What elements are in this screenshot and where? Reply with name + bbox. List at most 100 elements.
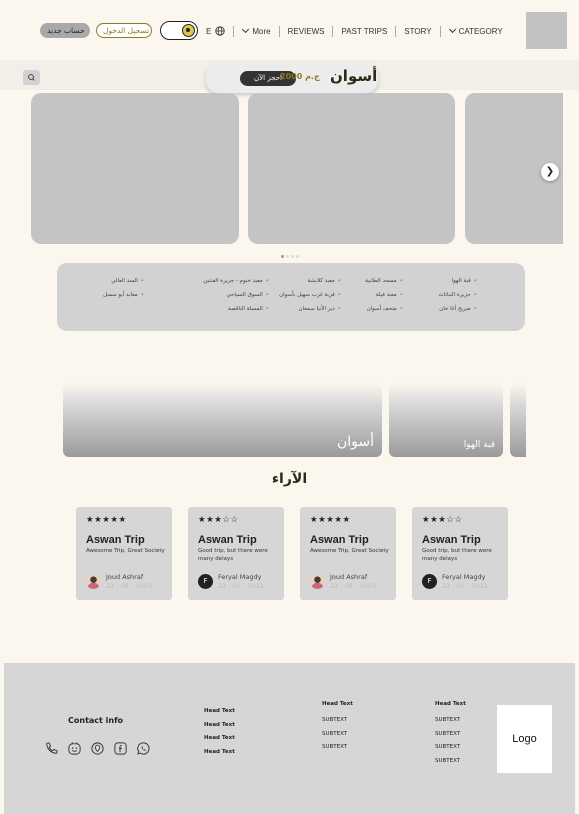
trip-price: 2000 ج.م (280, 72, 320, 81)
review-title: Aswan Trip (86, 534, 145, 546)
review-title: Aswan Trip (310, 534, 369, 546)
footer-subtext[interactable]: SUBTEXT (435, 731, 466, 745)
rating-stars: ★★★★★ (310, 515, 351, 525)
footer-subtext[interactable]: SUBTEXT (322, 717, 353, 731)
footer-logo[interactable]: Logo (497, 705, 552, 773)
carousel-dot[interactable] (291, 255, 294, 258)
carousel-dots (281, 255, 299, 258)
attraction-item[interactable]: متحف أسوان (367, 306, 403, 312)
carousel-dot[interactable] (281, 255, 284, 258)
footer-column: Head Text SUBTEXT SUBTEXT SUBTEXT SUBTEX… (435, 701, 466, 771)
destination-card[interactable]: أسوان (63, 383, 382, 457)
nav-category[interactable]: CATEGORY (448, 25, 503, 36)
trip-city: أسوان (330, 67, 378, 85)
attraction-item[interactable]: معابد أبو سمبل (103, 292, 144, 298)
attraction-item[interactable]: معبد فيلة (376, 292, 403, 298)
attraction-item[interactable]: جزيرة النباتات (439, 292, 477, 298)
destination-label: قبة الهوا (463, 440, 495, 450)
footer-column: Head Text Head Text Head Text Head Text (204, 708, 235, 762)
attraction-item[interactable]: دير الأنبا سمعان (299, 306, 341, 312)
attractions-panel: قبة الهوا مسجد الطابية معبد كلابشة معبد … (57, 263, 525, 331)
language-label: E (206, 26, 212, 36)
facebook-icon[interactable] (113, 741, 128, 756)
carousel-dot[interactable] (286, 255, 289, 258)
attraction-item[interactable]: السوق السياحي (226, 292, 269, 298)
destination-card[interactable]: قبة الهوا (389, 383, 503, 457)
review-text: Awesome Trip, Great Society (86, 548, 165, 554)
attraction-item[interactable]: السد العالي (111, 278, 144, 284)
footer-head-text[interactable]: Head Text (204, 708, 235, 722)
footer-head-text[interactable]: Head Text (204, 722, 235, 736)
theme-toggle[interactable] (160, 21, 198, 40)
footer-head-text[interactable]: Head Text (204, 735, 235, 749)
location-icon[interactable] (90, 741, 105, 756)
search-icon (28, 74, 35, 81)
reviewer-name: Joud Ashraf (330, 573, 368, 581)
review-text: Good trip, but there were many delays (422, 548, 492, 562)
contact-info-title: Contact info (68, 716, 124, 725)
review-card: ★★★★★ Aswan Trip Awesome Trip, Great Soc… (76, 507, 172, 600)
contact-icons (44, 741, 151, 756)
chevron-right-icon: ❯ (545, 166, 555, 177)
signup-button[interactable]: حساب جديد (40, 23, 90, 38)
emoji-icon[interactable] (67, 741, 82, 756)
carousel-next-button[interactable]: ❯ (541, 163, 559, 181)
attraction-item[interactable]: معبد خنوم - جزيرة الفنتين (203, 278, 269, 284)
login-button[interactable]: تسجيل الدخول (96, 23, 152, 38)
avatar (310, 574, 325, 589)
nav-past-trips[interactable]: PAST TRIPS (341, 27, 387, 36)
chevron-down-icon (448, 25, 456, 34)
rating-stars: ★★★☆☆ (198, 515, 239, 525)
search-button[interactable] (23, 70, 40, 85)
review-card: ★★★★★ Aswan Trip Awesome Trip, Great Soc… (300, 507, 396, 600)
language-switch[interactable]: E (206, 26, 225, 36)
nav-more[interactable]: More (242, 25, 271, 36)
destination-label: أسوان (336, 434, 374, 450)
attraction-item[interactable]: قبة الهوا (452, 278, 477, 284)
footer-subtext[interactable]: SUBTEXT (322, 731, 353, 745)
header-logo-placeholder[interactable] (526, 12, 567, 49)
main-nav: E More REVIEWS PAST TRIPS STORY CATEGORY (206, 24, 503, 38)
review-card: ★★★☆☆ Aswan Trip Good trip, but there we… (412, 507, 508, 600)
nav-reviews[interactable]: REVIEWS (288, 27, 325, 36)
phone-icon[interactable] (44, 741, 59, 756)
footer-head-text: Head Text (322, 701, 353, 707)
rating-stars: ★★★★★ (86, 515, 127, 525)
footer-subtext[interactable]: SUBTEXT (435, 758, 466, 772)
nav-more-label: More (252, 26, 271, 36)
rating-stars: ★★★☆☆ (422, 515, 463, 525)
avatar: F (422, 574, 437, 589)
chevron-down-icon (242, 25, 250, 34)
destination-card[interactable] (510, 383, 526, 457)
avatar: F (198, 574, 213, 589)
review-date: 22 - 05 - 2021 (218, 582, 265, 590)
trip-booking-pill: احجز الآن 2000 ج.م أسوان (206, 63, 378, 93)
review-card: ★★★☆☆ Aswan Trip Good trip, but there we… (188, 507, 284, 600)
theme-toggle-icon (182, 23, 195, 37)
carousel-dot[interactable] (296, 255, 299, 258)
carousel-slide[interactable] (248, 93, 455, 244)
reviews-title: الآراء (271, 471, 308, 487)
attraction-item[interactable]: مسجد الطابية (365, 278, 403, 284)
attraction-item[interactable]: معبد كلابشة (308, 278, 341, 284)
carousel-slide[interactable] (31, 93, 239, 244)
footer-subtext[interactable]: SUBTEXT (435, 744, 466, 758)
footer-head-text[interactable]: Head Text (204, 749, 235, 763)
avatar (86, 574, 101, 589)
review-date: 22 - 08 - 2023 (330, 582, 377, 590)
review-date: 22 - 05 - 2021 (442, 582, 489, 590)
nav-story[interactable]: STORY (404, 27, 431, 36)
site-header: حساب جديد تسجيل الدخول E More REVIEWS PA… (0, 0, 579, 60)
globe-icon (215, 26, 225, 36)
whatsapp-icon[interactable] (136, 741, 151, 756)
site-footer: Contact info Head Text Head Text Head Te… (4, 663, 575, 814)
attraction-item[interactable]: ضريح أغا خان (439, 306, 477, 312)
review-date: 22 - 08 - 2023 (106, 582, 153, 590)
attraction-item[interactable]: قرية غرب سهيل بأسوان (279, 292, 341, 298)
reviewer-name: Joud Ashraf (106, 573, 144, 581)
attraction-item[interactable]: المسلة الناقصة (228, 306, 269, 312)
review-text: Awesome Trip, Great Society (310, 548, 389, 554)
review-text: Good trip, but there were many delays (198, 548, 268, 562)
footer-subtext[interactable]: SUBTEXT (322, 744, 353, 758)
footer-subtext[interactable]: SUBTEXT (435, 717, 466, 731)
